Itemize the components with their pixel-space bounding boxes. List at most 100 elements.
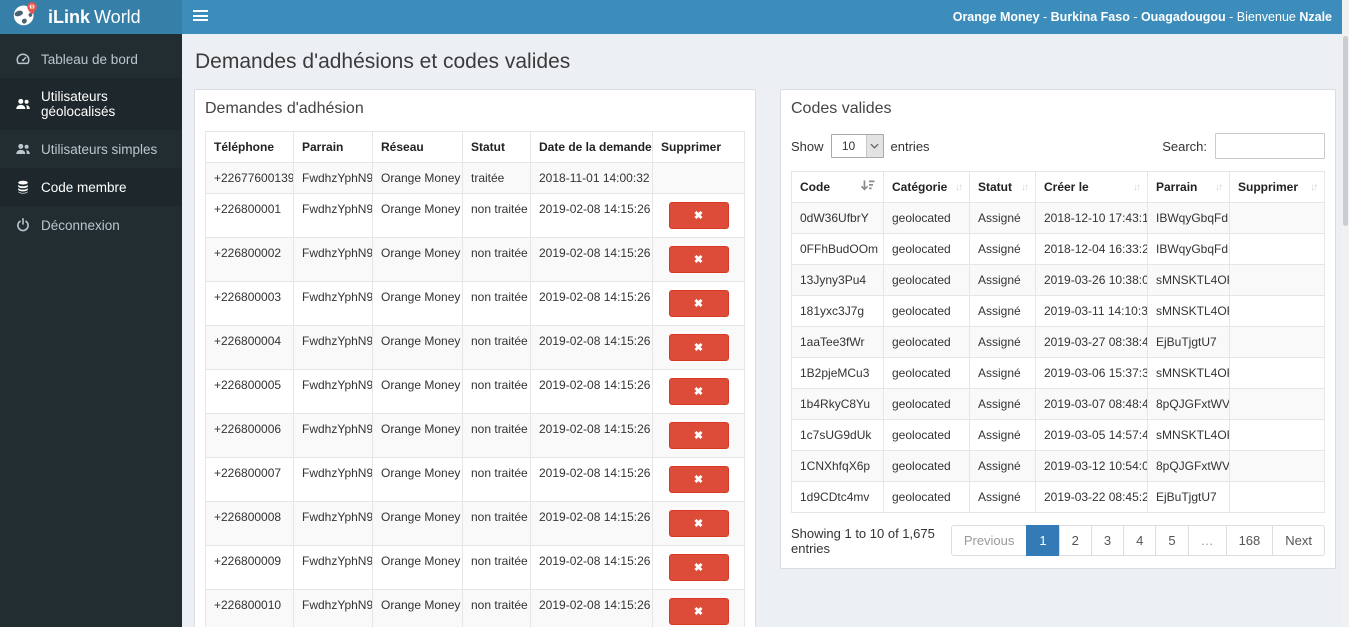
delete-button[interactable]: ✖ [668,378,729,405]
brand-title-rest: World [94,6,141,27]
cell-categorie: geolocated [883,388,970,420]
cell-date: 2019-02-08 14:15:26 [530,193,653,238]
sidebar-item-utilisateurs-geolocalises[interactable]: Utilisateurs géolocalisés [0,78,182,130]
scrollbar-thumb[interactable] [1343,36,1348,226]
cell-date: 2019-02-08 14:15:26 [530,281,653,326]
search-input[interactable] [1215,133,1325,159]
column-header[interactable]: Supprimer [652,131,745,163]
pagination-button-previous[interactable]: Previous [950,525,1028,556]
cell-statut: Assigné [969,264,1036,296]
cell-statut: non traitée [462,457,531,502]
table-row: +226800004 FwdhzYphN9 Orange Money non trai… [205,325,745,370]
sidebar-item-deconnexion[interactable]: Déconnexion [0,206,182,244]
cell-supprimer [1229,481,1325,513]
page-title: Demandes d'adhésions et codes valides [195,50,571,73]
table-row: 181yxc3J7g geolocated Assigné 2019-03-11 14… [791,295,1325,327]
sortable-column-header[interactable]: Code [791,171,884,203]
cell-supprimer: ✖ [652,457,745,502]
cell-categorie: geolocated [883,295,970,327]
pagination-button-4[interactable]: 4 [1123,525,1157,556]
column-header-label: Catégorie [892,180,948,194]
table-row: 1CNXhfqX6p geolocated Assigné 2019-03-12 10… [791,450,1325,482]
cell-date: 2019-02-08 14:15:26 [530,545,653,590]
user-info-segment: Burkina Faso [1050,10,1130,24]
cell-parrain: sMNSKTL4OR [1147,264,1230,296]
cell-code: 1b4RkyC8Yu [791,388,884,420]
cell-supprimer: ✖ [652,281,745,326]
table-row: 1b4RkyC8Yu geolocated Assigné 2019-03-07 08… [791,388,1325,420]
cell-categorie: geolocated [883,481,970,513]
cell-code: 0FFhBudOOm [791,233,884,265]
entries-select[interactable]: 10 [830,134,884,158]
delete-button[interactable]: ✖ [668,510,729,537]
column-header[interactable]: Parrain [293,131,373,163]
table-row: 0dW36UfbrY geolocated Assigné 2018-12-10 17… [791,202,1325,234]
cell-supprimer [1229,419,1325,451]
sidebar-item-utilisateurs-simples[interactable]: Utilisateurs simples [0,130,182,168]
pagination-button-5[interactable]: 5 [1155,525,1189,556]
sidebar-item-tableau-de-bord[interactable]: Tableau de bord [0,40,182,78]
pagination-button-3[interactable]: 3 [1090,525,1125,556]
column-header[interactable]: Statut [462,131,531,163]
vertical-scrollbar[interactable] [1342,0,1349,627]
sidebar-toggle-hamburger-icon[interactable] [193,10,208,23]
pagination-button-next[interactable]: Next [1272,525,1325,556]
column-header[interactable]: Date de la demande [530,131,653,163]
cell-parrain: EjBuTjgtU7 [1147,481,1230,513]
cell-categorie: geolocated [883,419,970,451]
cell-supprimer [1229,295,1325,327]
delete-button[interactable]: ✖ [668,598,729,625]
cell-parrain: EjBuTjgtU7 [1147,326,1230,358]
cell-reseau: Orange Money [372,162,463,194]
user-info-segment: Ouagadougou [1140,10,1226,24]
cell-statut: non traitée [462,325,531,370]
brand-title-bold: iLink [48,6,91,27]
cell-statut: non traitée [462,589,531,627]
sortable-column-header[interactable]: Statut ↓↑ [969,171,1036,203]
pagination-button-168[interactable]: 168 [1225,525,1274,556]
brand[interactable]: $ iLink World [0,0,182,34]
cell-supprimer [652,162,745,194]
cell-parrain: FwdhzYphN9 [293,501,373,546]
users-icon [15,96,32,112]
pagination-button-1[interactable]: 1 [1026,525,1060,556]
membership-requests-table: Téléphone Parrain Réseau Statut Date de la d… [205,131,745,627]
cell-parrain: FwdhzYphN9 [293,281,373,326]
column-header-label: Parrain [1156,180,1198,194]
column-header[interactable]: Téléphone [205,131,294,163]
cell-parrain: FwdhzYphN9 [293,325,373,370]
cell-categorie: geolocated [883,264,970,296]
delete-button[interactable]: ✖ [668,422,729,449]
delete-button[interactable]: ✖ [668,202,729,229]
cell-code: 0dW36UfbrY [791,202,884,234]
cell-telephone: +226800004 [205,325,294,370]
cell-supprimer [1229,357,1325,389]
cell-parrain: 8pQJGFxtWV [1147,450,1230,482]
cell-supprimer: ✖ [652,589,745,627]
chevron-down-icon [865,135,883,157]
user-info-segment: - [1039,10,1051,24]
cell-parrain: FwdhzYphN9 [293,545,373,590]
sortable-column-header[interactable]: Parrain ↓↑ [1147,171,1230,203]
sidebar-item-label: Tableau de bord [41,51,138,67]
show-label: Show [791,138,824,154]
sidebar-item-label: Déconnexion [41,217,120,233]
delete-button[interactable]: ✖ [668,290,729,317]
delete-button[interactable]: ✖ [668,334,729,361]
sort-icon: ↓↑ [1215,181,1223,193]
sortable-column-header[interactable]: Catégorie ↓↑ [883,171,970,203]
sortable-column-header[interactable]: Créer le ↓↑ [1035,171,1148,203]
sortable-column-header[interactable]: Supprimer ↓↑ [1229,171,1325,203]
cell-statut: Assigné [969,233,1036,265]
sidebar-item-code-membre[interactable]: Code membre [0,168,182,206]
delete-button[interactable]: ✖ [668,246,729,273]
column-header[interactable]: Réseau [372,131,463,163]
pagination-button-2[interactable]: 2 [1058,525,1092,556]
delete-button[interactable]: ✖ [668,466,729,493]
cell-parrain: sMNSKTL4OR [1147,295,1230,327]
cell-parrain: FwdhzYphN9 [293,413,373,458]
delete-button[interactable]: ✖ [668,554,729,581]
sort-ascending-icon [860,180,875,194]
cell-categorie: geolocated [883,326,970,358]
page-length-control: Show 10 entries [791,134,930,158]
